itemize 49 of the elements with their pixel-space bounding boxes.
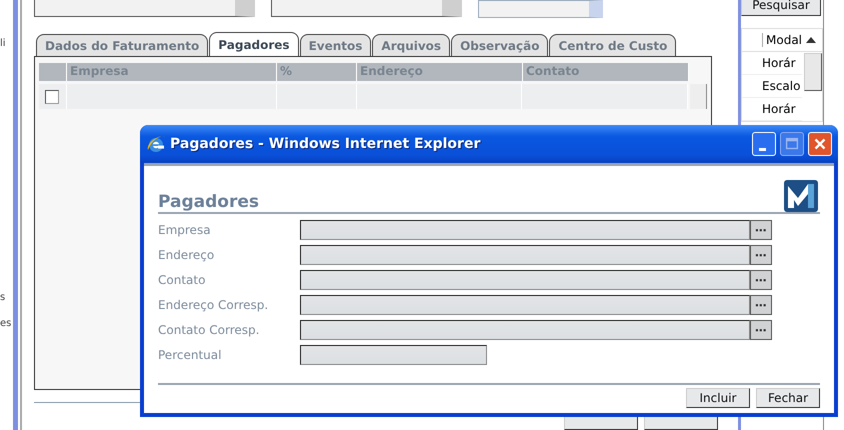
scrollbar-thumb[interactable] — [804, 53, 822, 91]
column-header: % — [277, 63, 357, 81]
ellipsis-icon — [755, 302, 767, 308]
search-button[interactable]: Pesquisar — [741, 0, 821, 16]
logo-icon — [784, 180, 818, 212]
dialog-button[interactable]: Incluir — [686, 388, 750, 408]
column-header: Modal — [762, 33, 802, 47]
tab[interactable]: Pagadores — [209, 32, 299, 56]
table-cell — [39, 63, 67, 81]
window-title: Pagadores - Windows Internet Explorer — [170, 136, 482, 152]
scrollbar[interactable] — [690, 84, 707, 109]
lookup-button[interactable] — [750, 245, 772, 265]
lookup-button[interactable] — [750, 295, 772, 315]
minimize-icon — [758, 148, 766, 150]
browser-e-icon — [146, 134, 166, 154]
input-field[interactable] — [300, 270, 750, 290]
field-label: Endereço Corresp. — [158, 298, 270, 312]
checkbox[interactable] — [45, 90, 60, 104]
select-field[interactable] — [478, 0, 603, 18]
cut-label: s — [0, 292, 6, 304]
select-field[interactable] — [34, 0, 255, 17]
input-field[interactable] — [300, 345, 487, 365]
lookup-button[interactable] — [750, 220, 772, 240]
field-label: Contato Corresp. — [158, 323, 260, 337]
lookup-button[interactable] — [750, 270, 772, 290]
input-field[interactable] — [300, 320, 750, 340]
input-field[interactable] — [300, 245, 750, 265]
minimize-button[interactable] — [752, 132, 776, 156]
dialog-button[interactable]: Fechar — [756, 388, 820, 408]
cut-label: li — [0, 38, 7, 50]
input-field[interactable] — [300, 220, 750, 240]
cut-label: es — [0, 318, 12, 330]
field-label: Contato — [158, 273, 206, 287]
ellipsis-icon — [755, 227, 767, 233]
select-field[interactable] — [271, 0, 462, 17]
field-label: Percentual — [158, 348, 222, 362]
scroll-up-icon[interactable] — [806, 37, 816, 43]
input-field[interactable] — [300, 295, 750, 315]
ellipsis-icon — [755, 252, 767, 258]
list-item[interactable]: Horár — [762, 102, 796, 116]
lookup-button[interactable] — [750, 320, 772, 340]
field-label: Empresa — [158, 223, 212, 237]
ellipsis-icon — [755, 277, 767, 283]
close-button[interactable] — [808, 132, 832, 156]
list-item[interactable]: Horár — [762, 56, 796, 70]
field-label: Endereço — [158, 248, 216, 262]
dialog-heading: Pagadores — [158, 192, 259, 212]
ellipsis-icon — [755, 327, 767, 333]
list-item[interactable]: Escalo — [762, 79, 800, 93]
